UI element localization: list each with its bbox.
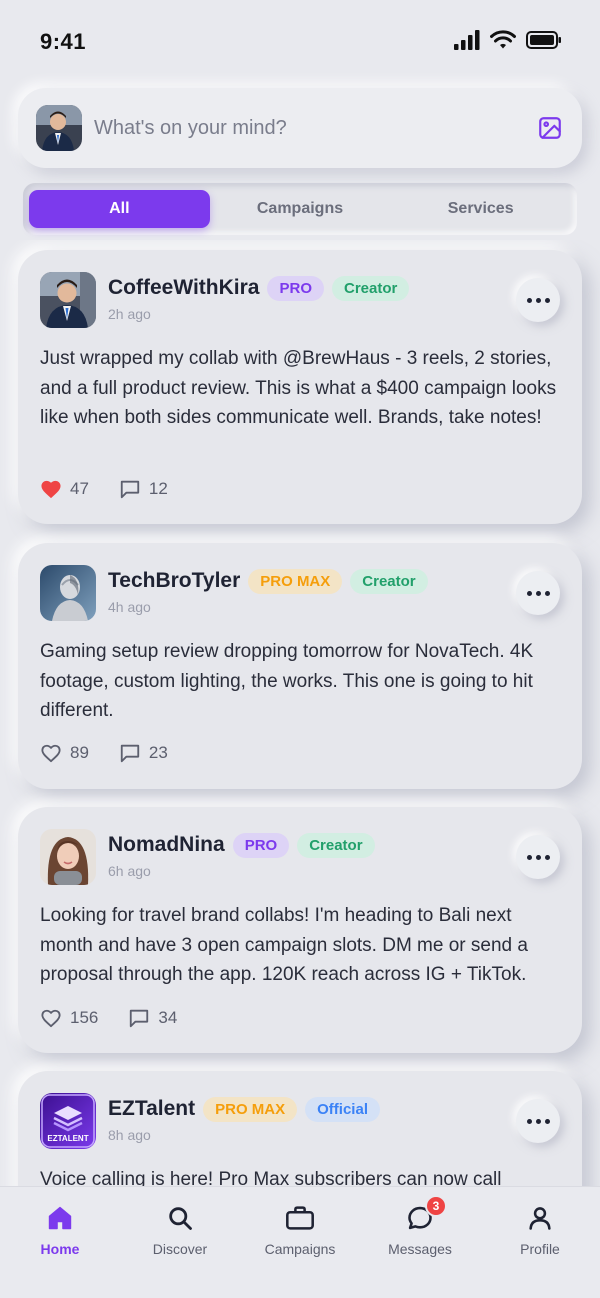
more-dots-icon — [526, 1118, 532, 1124]
add-image-button[interactable] — [536, 114, 564, 142]
nav-messages[interactable]: 3 Messages — [360, 1195, 480, 1298]
tab-all[interactable]: All — [29, 190, 210, 228]
pro-badge: PRO — [232, 832, 290, 858]
nav-label: Messages — [388, 1241, 452, 1257]
post-timestamp: 6h ago — [108, 863, 151, 879]
comment-button[interactable]: 23 — [119, 742, 168, 764]
post-timestamp: 2h ago — [108, 306, 151, 322]
post-card[interactable]: TechBroTyler PRO MAX Creator 4h ago Gami… — [18, 543, 582, 789]
search-icon — [169, 1207, 192, 1230]
home-icon — [48, 1206, 72, 1230]
battery-icon — [526, 31, 561, 49]
post-username[interactable]: NomadNina — [108, 833, 225, 857]
creator-badge: Creator — [350, 568, 428, 594]
feed-tabs: All Campaigns Services — [23, 183, 577, 235]
briefcase-icon — [286, 1206, 314, 1230]
status-time: 9:41 — [40, 29, 87, 54]
pro-badge: PRO — [267, 275, 324, 301]
heart-outline-icon — [41, 1009, 61, 1028]
more-options-button[interactable] — [516, 835, 560, 879]
nav-discover[interactable]: Discover — [120, 1203, 240, 1298]
post-composer[interactable] — [18, 88, 582, 168]
tab-services[interactable]: Services — [390, 190, 571, 228]
pro-max-badge: PRO MAX — [203, 1096, 298, 1122]
post-timestamp: 4h ago — [108, 599, 151, 615]
comment-button[interactable]: 12 — [119, 478, 168, 500]
nav-label: Discover — [152, 1241, 208, 1257]
comment-count: 23 — [148, 743, 168, 762]
more-dots-icon — [526, 297, 532, 303]
status-bar: 9:41 — [0, 0, 600, 86]
more-options-button[interactable] — [516, 278, 560, 322]
more-options-button[interactable] — [516, 1099, 560, 1143]
post-username[interactable]: TechBroTyler — [108, 569, 240, 593]
user-icon — [529, 1207, 551, 1230]
heart-outline-icon — [41, 744, 61, 763]
brand-logo-text: EZTALENT — [47, 1134, 88, 1143]
post-timestamp: 8h ago — [108, 1127, 151, 1143]
nav-label: Home — [40, 1241, 80, 1257]
post-username[interactable]: EZTalent — [108, 1097, 195, 1121]
user-avatar[interactable] — [40, 272, 96, 328]
more-dots-icon — [526, 590, 532, 596]
like-count: 47 — [70, 479, 89, 498]
bottom-navigation: Home Discover Campaigns 3 Messages Profi… — [0, 1186, 600, 1298]
status-icons — [454, 30, 562, 50]
creator-badge: Creator — [297, 832, 375, 858]
composer-input[interactable] — [94, 116, 536, 140]
comment-button[interactable]: 34 — [128, 1007, 177, 1029]
like-count: 156 — [70, 1008, 99, 1027]
post-username[interactable]: CoffeeWithKira — [108, 276, 259, 300]
post-text: Gaming setup review dropping tomorrow fo… — [40, 641, 534, 721]
official-badge: Official — [305, 1096, 380, 1122]
unread-badge: 3 — [425, 1195, 447, 1217]
post-text: Voice calling is here! Pro Max subscribe… — [40, 1169, 502, 1186]
user-avatar[interactable] — [40, 565, 96, 621]
nav-home[interactable]: Home — [0, 1203, 120, 1298]
comment-icon — [120, 480, 140, 499]
post-card[interactable]: EZTALENT EZTalent PRO MAX Official 8h ag… — [18, 1071, 582, 1186]
pro-max-badge: PRO MAX — [248, 568, 343, 594]
feed: CoffeeWithKira PRO Creator 2h ago Just w… — [0, 240, 600, 1186]
nav-label: Profile — [520, 1241, 560, 1257]
post-card[interactable]: NomadNina PRO Creator 6h ago Looking for… — [18, 807, 582, 1053]
nav-profile[interactable]: Profile — [480, 1203, 600, 1298]
more-dots-icon — [526, 854, 532, 860]
like-button[interactable]: 89 — [40, 743, 89, 763]
tab-campaigns[interactable]: Campaigns — [210, 190, 391, 228]
comment-count: 34 — [158, 1008, 178, 1027]
comment-count: 12 — [148, 479, 168, 498]
user-avatar[interactable] — [40, 829, 96, 885]
comment-icon — [120, 744, 140, 763]
nav-label: Campaigns — [264, 1241, 336, 1257]
post-card[interactable]: CoffeeWithKira PRO Creator 2h ago Just w… — [18, 250, 582, 524]
more-options-button[interactable] — [516, 571, 560, 615]
like-count: 89 — [70, 743, 89, 762]
comment-icon — [130, 1009, 149, 1028]
like-button[interactable]: 156 — [40, 1008, 98, 1028]
brand-logo[interactable]: EZTALENT — [40, 1093, 96, 1149]
composer-avatar — [36, 105, 82, 151]
post-text: Looking for travel brand collabs! I'm he… — [40, 905, 528, 985]
post-text: Just wrapped my collab with @BrewHaus - … — [40, 348, 557, 428]
image-icon — [539, 117, 561, 139]
nav-campaigns[interactable]: Campaigns — [240, 1203, 360, 1298]
wifi-icon — [490, 30, 516, 49]
creator-badge: Creator — [332, 275, 410, 301]
heart-filled-icon — [41, 480, 61, 499]
signal-icon — [454, 30, 480, 50]
like-button[interactable]: 47 — [40, 479, 89, 499]
